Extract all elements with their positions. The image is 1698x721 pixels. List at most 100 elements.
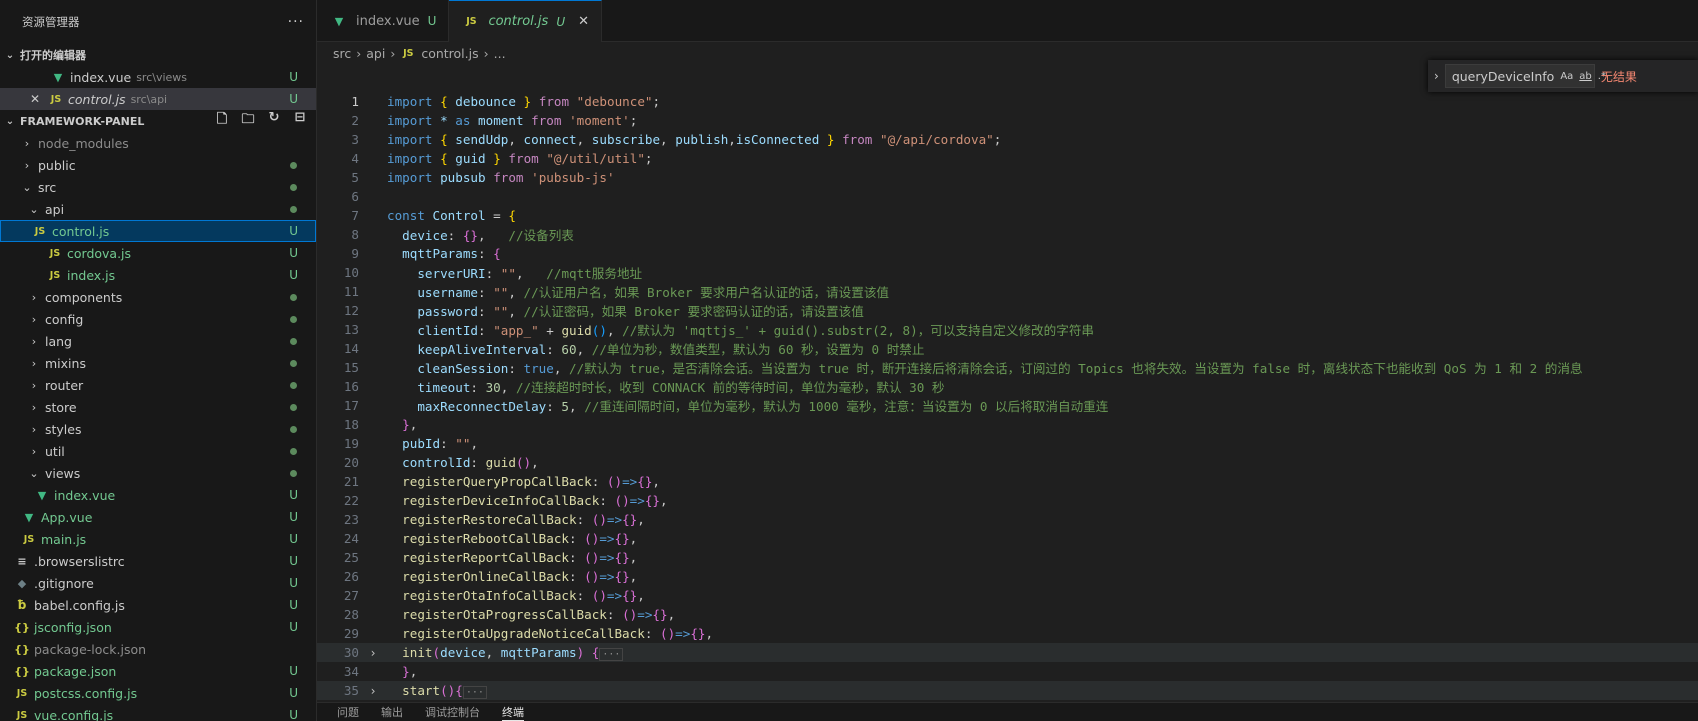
code-line[interactable]: 1 import { debounce } from "debounce";	[317, 92, 1698, 111]
find-input[interactable]: queryDeviceInfo Aa ab .*	[1444, 64, 1606, 88]
code-line[interactable]: 10 serverURI: "", //mqtt服务地址	[317, 263, 1698, 282]
code-line[interactable]: 26 registerOnlineCallBack: ()=>{},	[317, 567, 1698, 586]
close-tab-icon[interactable]: ✕	[578, 14, 589, 29]
code-line[interactable]: 3 import { sendUdp, connect, subscribe, p…	[317, 130, 1698, 149]
code-line[interactable]: 2 import * as moment from 'moment';	[317, 111, 1698, 130]
code-line[interactable]: 19 pubId: "",	[317, 434, 1698, 453]
line-number: 27	[343, 588, 359, 603]
match-case-icon[interactable]: Aa	[1560, 71, 1573, 82]
open-editor-item[interactable]: ▼ index.vue src\views U	[0, 66, 316, 88]
code-line[interactable]: 6	[317, 187, 1698, 206]
tree-item[interactable]: › node_modules	[0, 132, 316, 154]
open-editor-path: src\views	[136, 70, 188, 84]
tree-item[interactable]: ⌄ views	[0, 462, 316, 484]
tree-item[interactable]: ƀ babel.config.js U	[0, 594, 316, 616]
tree-item[interactable]: {} package-lock.json	[0, 638, 316, 660]
tree-item[interactable]: ▼ App.vue U	[0, 506, 316, 528]
tree-item[interactable]: › mixins	[0, 352, 316, 374]
workspace-section-header[interactable]: ⌄ FRAMEWORK-PANEL 🗋 🗀 ↻ ⊟	[0, 110, 316, 132]
code-line[interactable]: 34 },	[317, 662, 1698, 681]
code-token: =>	[637, 607, 653, 622]
tree-item[interactable]: ⌄ src	[0, 176, 316, 198]
code-line[interactable]: 21 registerQueryPropCallBack: ()=>{},	[317, 472, 1698, 491]
tree-item[interactable]: › router	[0, 374, 316, 396]
tree-item[interactable]: JS main.js U	[0, 528, 316, 550]
code-line[interactable]: 29 registerOtaUpgradeNoticeCallBack: ()=…	[317, 624, 1698, 643]
breadcrumb-symbol[interactable]: ...	[494, 46, 506, 61]
tree-item[interactable]: ▼ index.vue U	[0, 484, 316, 506]
code-line[interactable]: 27 registerOtaInfoCallBack: ()=>{},	[317, 586, 1698, 605]
code-line[interactable]: 20 controlId: guid(),	[317, 453, 1698, 472]
tree-item[interactable]: › util	[0, 440, 316, 462]
tree-item[interactable]: › config	[0, 308, 316, 330]
tree-item[interactable]: JS vue.config.js U	[0, 704, 316, 721]
tree-item[interactable]: › styles	[0, 418, 316, 440]
code-line[interactable]: 15 cleanSession: true, //默认为 true，是否清除会话…	[317, 358, 1698, 377]
line-number: 19	[343, 436, 359, 451]
code-line[interactable]: 12 password: "", //认证密码，如果 Broker 要求密码认证…	[317, 301, 1698, 320]
code-line[interactable]: 16 timeout: 30, //连接超时时长，收到 CONNACK 前的等待…	[317, 377, 1698, 396]
folded-ellipsis[interactable]: ···	[462, 686, 487, 699]
new-folder-icon[interactable]: 🗀	[240, 110, 256, 132]
code-token: ()	[584, 550, 600, 565]
tab-control-js[interactable]: JS control.js U ✕	[449, 0, 603, 42]
code-line[interactable]: 18 },	[317, 415, 1698, 434]
collapse-all-icon[interactable]: ⊟	[292, 110, 308, 132]
tab-index-vue[interactable]: ▼ index.vue U	[317, 0, 450, 42]
toggle-replace-icon[interactable]: ›	[1434, 69, 1439, 83]
tree-item[interactable]: › lang	[0, 330, 316, 352]
refresh-icon[interactable]: ↻	[266, 110, 282, 132]
tree-item[interactable]: ≡ .browserslistrc U	[0, 550, 316, 572]
code-line[interactable]: 35 › start(){···	[317, 681, 1698, 700]
code-line[interactable]: 23 registerRestoreCallBack: ()=>{},	[317, 510, 1698, 529]
code-line[interactable]: 9 mqttParams: {	[317, 244, 1698, 263]
tab-terminal[interactable]: 终端	[502, 704, 524, 721]
tree-item[interactable]: ◆ .gitignore U	[0, 572, 316, 594]
fold-chevron-icon[interactable]: ›	[359, 646, 387, 660]
close-icon[interactable]: ✕	[30, 92, 48, 106]
new-file-icon[interactable]: 🗋	[214, 110, 230, 132]
tree-item[interactable]: › public	[0, 154, 316, 176]
code-line[interactable]: 5 import pubsub from 'pubsub-js'	[317, 168, 1698, 187]
tree-item[interactable]: › store	[0, 396, 316, 418]
tree-item[interactable]: JS postcss.config.js U	[0, 682, 316, 704]
code-line[interactable]: 14 keepAliveInterval: 60, //单位为秒，数值类型，默认…	[317, 339, 1698, 358]
fold-chevron-icon[interactable]: ›	[359, 684, 387, 698]
code-editor[interactable]: 1 import { debounce } from "debounce"; 2 im…	[317, 92, 1698, 702]
code-line[interactable]: 24 registerRebootCallBack: ()=>{},	[317, 529, 1698, 548]
tree-item[interactable]: {} jsconfig.json U	[0, 616, 316, 638]
code-text: password: "", //认证密码，如果 Broker 要求密码认证的话，…	[387, 301, 863, 320]
code-line[interactable]: 4 import { guid } from "@/util/util";	[317, 149, 1698, 168]
tree-item[interactable]: {} package.json U	[0, 660, 316, 682]
code-line[interactable]: 25 registerReportCallBack: ()=>{},	[317, 548, 1698, 567]
code-token: device	[440, 645, 486, 660]
tab-problems[interactable]: 问题	[337, 704, 359, 720]
tree-item[interactable]: ⌄ api	[0, 198, 316, 220]
match-whole-word-icon[interactable]: ab	[1579, 71, 1591, 82]
tree-item[interactable]: JS cordova.js U	[0, 242, 316, 264]
open-editors-section-header[interactable]: ⌄ 打开的编辑器	[0, 44, 316, 66]
open-editor-item-active[interactable]: ✕ JS control.js src\api U	[0, 88, 316, 110]
code-line[interactable]: 7 const Control = {	[317, 206, 1698, 225]
breadcrumb-file[interactable]: control.js	[421, 46, 478, 61]
code-line[interactable]: 22 registerDeviceInfoCallBack: ()=>{},	[317, 491, 1698, 510]
tree-item[interactable]: › components	[0, 286, 316, 308]
code-line[interactable]: 8 device: {}, //设备列表	[317, 225, 1698, 244]
tree-item[interactable]: JS index.js U	[0, 264, 316, 286]
code-line[interactable]: 28 registerOtaProgressCallBack: ()=>{},	[317, 605, 1698, 624]
folded-ellipsis[interactable]: ···	[599, 648, 624, 661]
code-line[interactable]: 30 › init(device, mqttParams) {···	[317, 643, 1698, 662]
tab-output[interactable]: 输出	[381, 704, 403, 720]
breadcrumb-src[interactable]: src	[333, 46, 351, 61]
code-token: {}	[622, 512, 638, 527]
code-line[interactable]: 11 username: "", //认证用户名，如果 Broker 要求用户名…	[317, 282, 1698, 301]
code-line[interactable]: 17 maxReconnectDelay: 5, //重连间隔时间，单位为毫秒，…	[317, 396, 1698, 415]
modified-dot-icon	[290, 425, 297, 433]
tree-item[interactable]: JS control.js U	[0, 220, 316, 242]
more-actions-icon[interactable]: ···	[288, 14, 304, 30]
tab-debug-console[interactable]: 调试控制台	[425, 704, 480, 720]
find-input-value[interactable]: queryDeviceInfo	[1452, 69, 1555, 84]
breadcrumb-api[interactable]: api	[366, 46, 385, 61]
code-line[interactable]: 13 clientId: "app_" + guid(), //默认为 'mqt…	[317, 320, 1698, 339]
